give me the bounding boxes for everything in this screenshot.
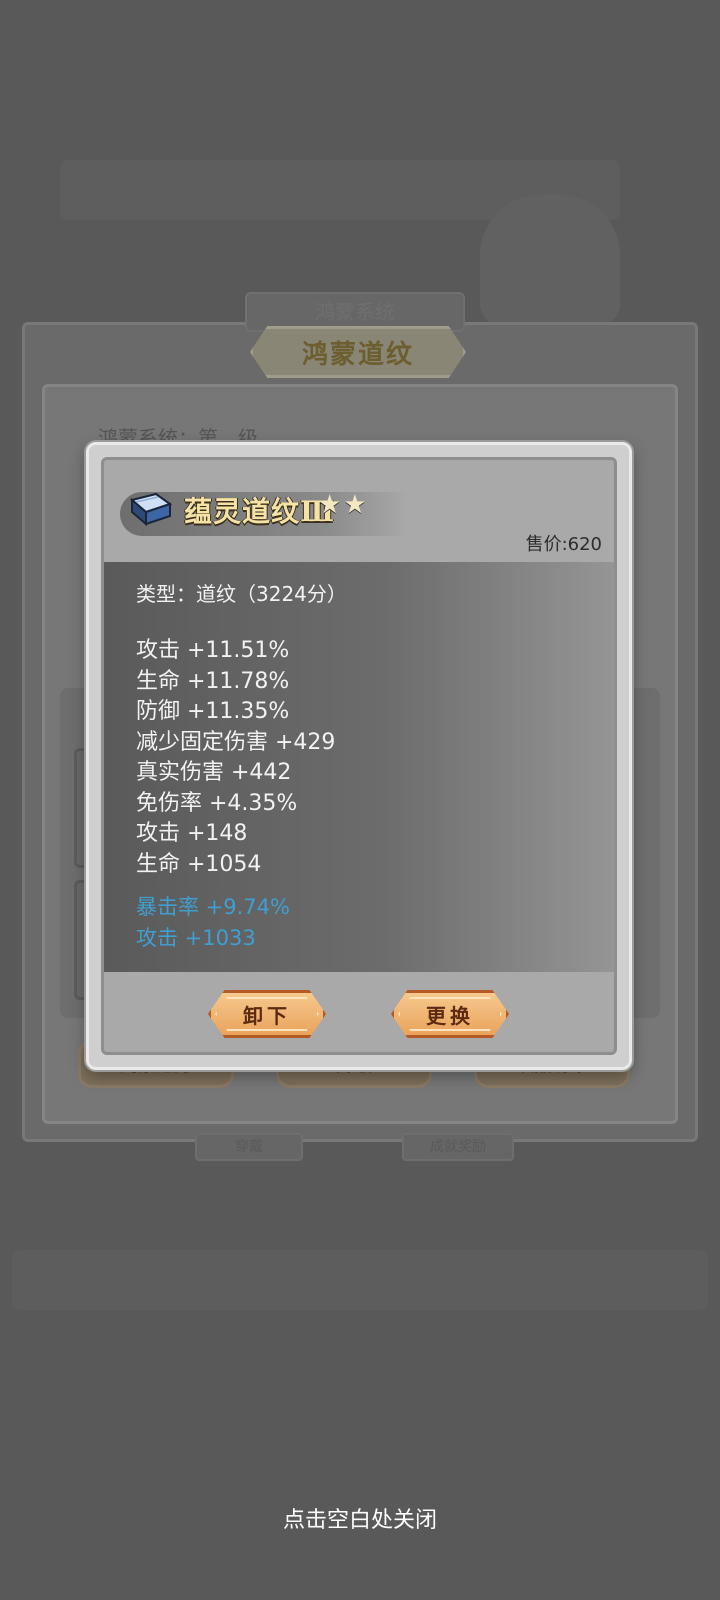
stat-line: 减少固定伤害 +429 — [136, 729, 336, 755]
unequip-button[interactable]: 卸下 — [208, 990, 326, 1038]
close-hint: 点击空白处关闭 — [282, 1508, 437, 1533]
book-icon — [129, 492, 173, 527]
character-figure — [480, 195, 620, 325]
stat-line: 生命 +1054 — [136, 851, 262, 877]
item-type: 类型：道纹（3224分） — [136, 582, 347, 606]
stat-line: 攻击 +11.51% — [136, 638, 290, 663]
sell-price: 售价:620 — [525, 534, 602, 555]
bg-header-plaque: 鸿蒙道纹 — [250, 326, 466, 378]
star-rating: ★★ — [318, 490, 369, 520]
bg-tab-wear[interactable]: 穿戴 — [195, 1133, 303, 1161]
stat-line: 防御 +11.35% — [136, 699, 290, 724]
extra-stat-line: 暴击率 +9.74% — [136, 895, 290, 919]
extra-stat-list: 暴击率 +9.74% 攻击 +1033 — [136, 892, 290, 953]
item-name: 蕴灵道纹Ⅲ — [184, 495, 336, 528]
stats-panel: 类型：道纹（3224分） 攻击 +11.51% 生命 +11.78% 防御 +1… — [104, 562, 614, 972]
stat-line: 免伤率 +4.35% — [136, 790, 298, 816]
stat-line: 真实伤害 +442 — [136, 760, 292, 785]
stat-list: 攻击 +11.51% 生命 +11.78% 防御 +11.35% 减少固定伤害 … — [136, 636, 335, 880]
bg-bottom-bar — [12, 1250, 708, 1310]
modal-inner: 蕴灵道纹Ⅲ ★★ 售价:620 类型：道纹（3224分） 攻击 +11.51% … — [101, 457, 617, 1055]
stat-line: 生命 +11.78% — [136, 668, 290, 694]
replace-button[interactable]: 更换 — [391, 990, 509, 1038]
bg-header-title: 鸿蒙道纹 — [301, 339, 414, 370]
stat-line: 攻击 +148 — [136, 821, 248, 846]
item-detail-modal: 蕴灵道纹Ⅲ ★★ 售价:620 类型：道纹（3224分） 攻击 +11.51% … — [86, 442, 632, 1070]
extra-stat-line: 攻击 +1033 — [136, 925, 256, 950]
bg-tab-achievement[interactable]: 成就奖励 — [402, 1133, 514, 1161]
